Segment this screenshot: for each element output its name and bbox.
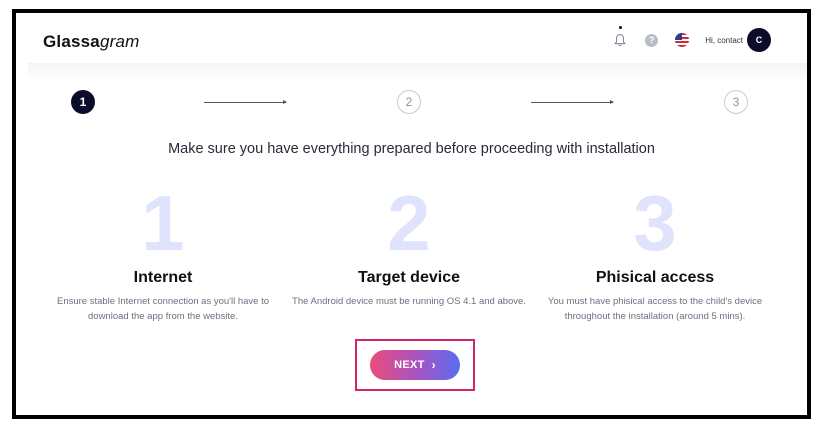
step-arrow-1 bbox=[204, 100, 287, 104]
step-2: 2 bbox=[397, 90, 421, 114]
app-logo[interactable]: Glassagram bbox=[43, 32, 140, 52]
logo-bold-part: Glassa bbox=[43, 32, 100, 51]
avatar[interactable]: C bbox=[747, 28, 771, 52]
requirement-target-device: 2 Target device The Android device must … bbox=[289, 183, 529, 309]
requirement-description: You must have phisical access to the chi… bbox=[547, 296, 763, 322]
requirement-physical-access: 3 Phisical access You must have phisical… bbox=[535, 183, 775, 324]
greeting-text: Hi, contact bbox=[705, 35, 743, 45]
bell-icon-glyph bbox=[614, 33, 626, 47]
requirement-description: The Android device must be running OS 4.… bbox=[292, 296, 526, 307]
us-flag-icon[interactable] bbox=[675, 33, 690, 47]
requirement-title: Target device bbox=[358, 269, 460, 286]
help-icon[interactable]: ? bbox=[645, 33, 659, 47]
header-shadow-band bbox=[28, 63, 807, 81]
top-header: Glassagram ? Hi, contact C bbox=[16, 13, 807, 67]
next-button[interactable]: NEXT › bbox=[370, 350, 460, 380]
requirement-number: 3 bbox=[633, 179, 677, 267]
flag-canton bbox=[675, 33, 683, 40]
notification-dot bbox=[619, 26, 623, 29]
requirement-title: Phisical access bbox=[595, 269, 715, 286]
logo-italic-part: gram bbox=[99, 32, 140, 51]
requirement-title: Internet bbox=[133, 269, 193, 286]
requirement-description: Ensure stable Internet connection as you… bbox=[56, 296, 269, 322]
window-frame: Glassagram ? Hi, contact C 1 2 3 Make su… bbox=[12, 9, 811, 419]
requirement-internet: 1 Internet Ensure stable Internet connec… bbox=[43, 183, 283, 324]
bell-icon[interactable] bbox=[609, 26, 631, 51]
chevron-right-icon: › bbox=[431, 358, 436, 372]
next-button-label: NEXT bbox=[394, 359, 425, 371]
step-1: 1 bbox=[71, 90, 95, 114]
step-arrow-2 bbox=[531, 100, 614, 104]
next-button-highlight: NEXT › bbox=[355, 339, 475, 391]
page-heading: Make sure you have everything prepared b… bbox=[168, 141, 655, 157]
header-actions: ? Hi, contact C bbox=[609, 26, 771, 54]
requirement-number: 1 bbox=[141, 179, 185, 267]
requirement-number: 2 bbox=[387, 179, 431, 267]
step-3: 3 bbox=[724, 90, 748, 114]
